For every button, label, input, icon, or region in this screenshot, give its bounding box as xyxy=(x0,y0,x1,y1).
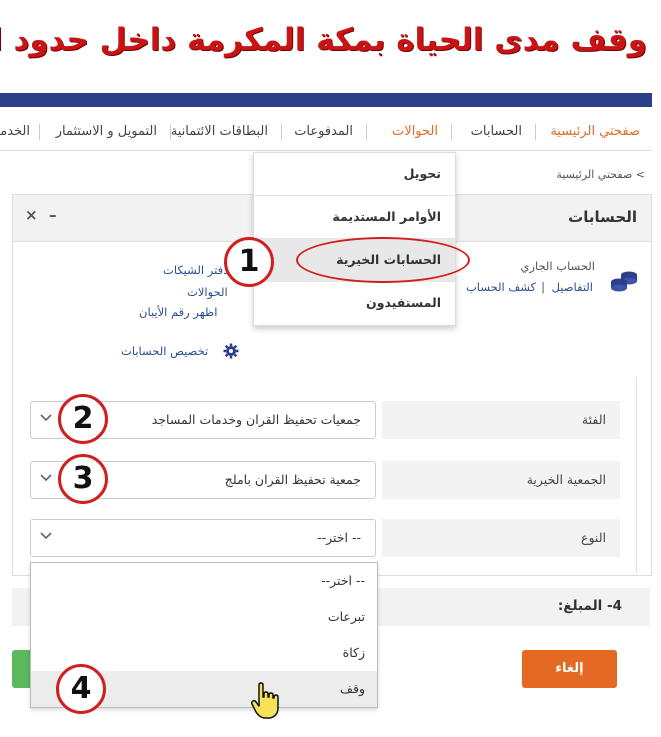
nav-separator xyxy=(366,124,367,140)
nav-separator xyxy=(451,124,452,140)
submenu-item-transfer[interactable]: تحويل xyxy=(254,153,455,196)
step-1-badge: 1 xyxy=(224,237,274,287)
chevron-down-icon xyxy=(40,414,52,422)
nav-item-credit-cards[interactable]: البطاقات الائتمانية xyxy=(171,124,268,139)
step-2-badge: 2 xyxy=(58,394,108,444)
nav-item-payments[interactable]: المدفوعات xyxy=(294,124,353,139)
account-type-label: الحساب الجاري xyxy=(520,259,595,273)
minimize-icon[interactable]: – xyxy=(49,206,57,224)
nav-item-home[interactable]: صفحتي الرئيسية xyxy=(550,124,640,139)
chevron-down-icon xyxy=(40,474,52,482)
nav-item-finance[interactable]: التمويل و الاستثمار xyxy=(56,124,157,139)
nav-item-accounts[interactable]: الحسابات xyxy=(471,124,522,139)
charity-label: الجمعية الخيرية xyxy=(382,461,620,499)
breadcrumb[interactable]: > صفحتي الرئيسية xyxy=(556,168,645,181)
type-value: -- اختر-- xyxy=(317,530,361,545)
type-row: النوع -- اختر-- xyxy=(30,519,620,557)
main-nav: صفحتي الرئيسية الحسابات الحوالات المدفوع… xyxy=(0,114,652,151)
type-select[interactable]: -- اختر-- xyxy=(30,519,376,557)
step-3-badge: 3 xyxy=(58,454,108,504)
nav-separator xyxy=(39,124,40,140)
cancel-button[interactable]: إلغاء xyxy=(522,650,617,688)
checkbook-link[interactable]: دفتر الشيكات xyxy=(163,263,228,277)
coins-icon xyxy=(611,271,637,292)
submenu-item-standing-orders[interactable]: الأوامر المستديمة xyxy=(254,196,455,239)
top-blue-bar xyxy=(0,93,652,107)
details-link[interactable]: التفاصيل xyxy=(552,280,593,294)
link-separator: | xyxy=(541,280,545,294)
type-option-choose[interactable]: -- اختر-- xyxy=(31,563,377,599)
nav-item-services[interactable]: الخدما xyxy=(0,124,30,139)
nav-item-transfers[interactable]: الحوالات xyxy=(392,124,438,139)
amount-label: 4- المبلغ: xyxy=(557,598,622,614)
nav-separator xyxy=(170,124,171,140)
show-iban-link[interactable]: اظهر رقم الأيبان xyxy=(139,305,217,319)
type-label: النوع xyxy=(382,519,620,557)
nav-separator xyxy=(535,124,536,140)
panel-title: الحسابات xyxy=(568,208,637,226)
gear-icon[interactable] xyxy=(223,343,239,359)
category-label: الفئة xyxy=(382,401,620,439)
banner-title: وقف مدى الحياة بمكة المكرمة داخل حدود ال… xyxy=(0,22,647,58)
chevron-down-icon xyxy=(40,532,52,540)
highlight-ellipse xyxy=(296,237,470,283)
hand-cursor-icon xyxy=(250,682,279,719)
transfers-link[interactable]: الحوالات xyxy=(187,285,228,299)
submenu-item-beneficiaries[interactable]: المستفيدون xyxy=(254,282,455,324)
charity-row: الجمعية الخيرية جمعية تحفيظ القران باملج xyxy=(30,461,620,499)
category-value: جمعيات تحفيظ القران وخدمات المساجد xyxy=(151,412,361,427)
charity-value: جمعية تحفيظ القران باملج xyxy=(224,472,361,487)
step-4-badge: 4 xyxy=(56,664,106,714)
nav-separator xyxy=(281,124,282,140)
category-row: الفئة جمعيات تحفيظ القران وخدمات المساجد xyxy=(30,401,620,439)
submit-button[interactable] xyxy=(12,650,32,688)
form-divider xyxy=(636,377,637,573)
close-icon[interactable]: × xyxy=(25,206,38,224)
type-option-donations[interactable]: تبرعات xyxy=(31,599,377,635)
statement-link[interactable]: كشف الحساب xyxy=(466,280,536,294)
customize-accounts-link[interactable]: تخصيص الحسابات xyxy=(121,344,208,358)
